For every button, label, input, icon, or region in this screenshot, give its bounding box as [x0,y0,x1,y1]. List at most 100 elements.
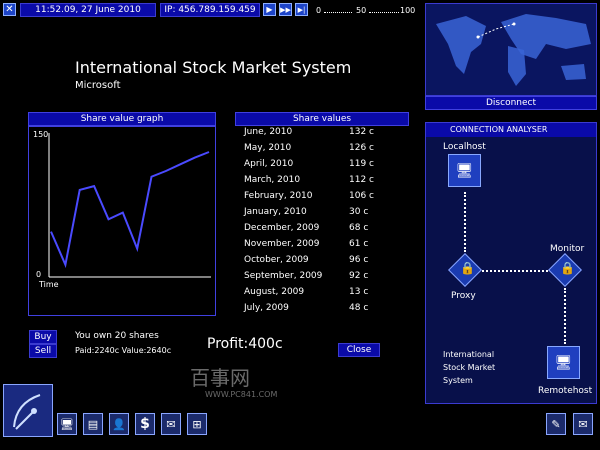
table-title: Share values [235,112,409,126]
row-value: 126 c [349,143,374,153]
row-month: February, 2010 [244,191,313,201]
row-value: 48 c [349,303,369,313]
row-value: 92 c [349,271,369,281]
shares-owned-text: You own 20 shares [75,331,159,341]
window-icon: ▤ [87,417,99,431]
row-value: 13 c [349,287,369,297]
scale-mid: 50 [356,6,367,15]
dollar-icon: $ [140,416,150,432]
row-month: March, 2010 [244,175,301,185]
table-row: August, 2009 13 c [244,287,379,303]
satellite-button[interactable] [3,384,53,437]
remotehost-label: Remotehost [538,386,593,396]
row-month: June, 2010 [244,127,293,137]
close-window-button[interactable]: ✕ [3,3,16,16]
play-button[interactable]: ▶ [263,3,276,16]
skip-end-button[interactable]: ▶| [295,3,308,16]
datetime-display: 11:52.09, 27 June 2010 [20,3,156,17]
page-title: International Stock Market System [75,58,352,77]
remotehost-node[interactable]: 🖥 [547,346,580,379]
localhost-node[interactable]: 🖥 [448,154,481,187]
lock-icon: 🔒 [560,261,575,275]
finance-button[interactable]: $ [135,413,155,435]
world-map-svg [426,4,596,95]
speed-scale[interactable]: 0 50 100 [316,5,416,18]
table-row: July, 2009 48 c [244,303,379,319]
graph-panel: 150 0 Time [28,126,216,316]
sell-button[interactable]: Sell [29,344,57,358]
disconnect-button[interactable]: Disconnect [425,96,597,110]
table-row: January, 2010 30 c [244,207,379,223]
world-map [425,3,597,96]
profit-text: Profit:400c [207,336,283,352]
trace-node [476,35,480,39]
datetime-text: 11:52.09, 27 June 2010 [35,5,141,15]
localhost-label: Localhost [443,142,486,152]
row-month: August, 2009 [244,287,305,297]
graph-panel-title: Share value graph [28,112,216,126]
watermark-text: 百事网 [190,366,250,390]
network-icon: ⊞ [192,417,202,431]
row-value: 68 c [349,223,369,233]
share-graph-svg [48,133,211,278]
scale-dots-left [324,5,352,13]
computer-icon: 🖥 [60,417,74,431]
lock-icon: 🔒 [460,261,475,275]
email-button[interactable]: ✉ [573,413,593,435]
share-value-line [50,151,210,269]
row-month: January, 2010 [244,207,307,217]
table-row: October, 2009 96 c [244,255,379,271]
table-row: November, 2009 61 c [244,239,379,255]
scale-max: 100 [400,6,416,15]
mail-button[interactable]: ✉ [161,413,181,435]
row-month: July, 2009 [244,303,289,313]
play-icon: ▶ [266,5,273,14]
row-value: 96 c [349,255,369,265]
row-value: 132 c [349,127,374,137]
table-row: December, 2009 68 c [244,223,379,239]
envelope-icon: ✉ [578,417,588,431]
watermark-url: WWW.PC841.COM [205,390,278,399]
satellite-dish-icon [13,394,41,430]
notes-icon: ✎ [551,417,561,431]
company-name: Microsoft [75,80,121,91]
link-localhost-proxy [464,192,466,252]
window-button[interactable]: ▤ [83,413,103,435]
scale-dots-right [369,5,399,13]
row-month: December, 2009 [244,223,320,233]
computer-button[interactable]: 🖥 [57,413,77,435]
table-row: February, 2010 106 c [244,191,379,207]
notes-button[interactable]: ✎ [546,413,566,435]
link-monitor-remote [564,288,566,344]
trace-node [512,22,516,26]
close-icon: ✕ [5,4,14,15]
row-month: September, 2009 [244,271,323,281]
row-month: October, 2009 [244,255,309,265]
computer-icon: 🖥 [554,354,573,371]
row-value: 30 c [349,207,369,217]
table-row: March, 2010 112 c [244,175,379,191]
row-month: April, 2010 [244,159,294,169]
paid-value-text: Paid:2240c Value:2640c [75,346,172,355]
row-month: May, 2010 [244,143,292,153]
user-button[interactable]: 👤 [109,413,129,435]
fast-forward-button[interactable]: ▶▶ [279,3,292,16]
ip-text: IP: 456.789.159.459 [164,5,256,15]
network-button[interactable]: ⊞ [187,413,207,435]
fast-forward-icon: ▶▶ [280,5,291,14]
row-value: 61 c [349,239,369,249]
table-row: September, 2009 92 c [244,271,379,287]
monitor-label: Monitor [550,244,585,254]
close-button[interactable]: Close [338,343,380,357]
connection-analyser-title: CONNECTION ANALYSER [426,123,596,137]
computer-icon: 🖥 [455,162,474,179]
remote-system-name: International Stock Market System [443,350,496,385]
row-value: 119 c [349,159,374,169]
row-value: 112 c [349,175,374,185]
table-row: May, 2010 126 c [244,143,379,159]
user-icon: 👤 [112,417,126,431]
table-row: June, 2010 132 c [244,127,379,143]
mail-icon: ✉ [166,417,176,431]
table-row: April, 2010 119 c [244,159,379,175]
buy-button[interactable]: Buy [29,330,57,344]
